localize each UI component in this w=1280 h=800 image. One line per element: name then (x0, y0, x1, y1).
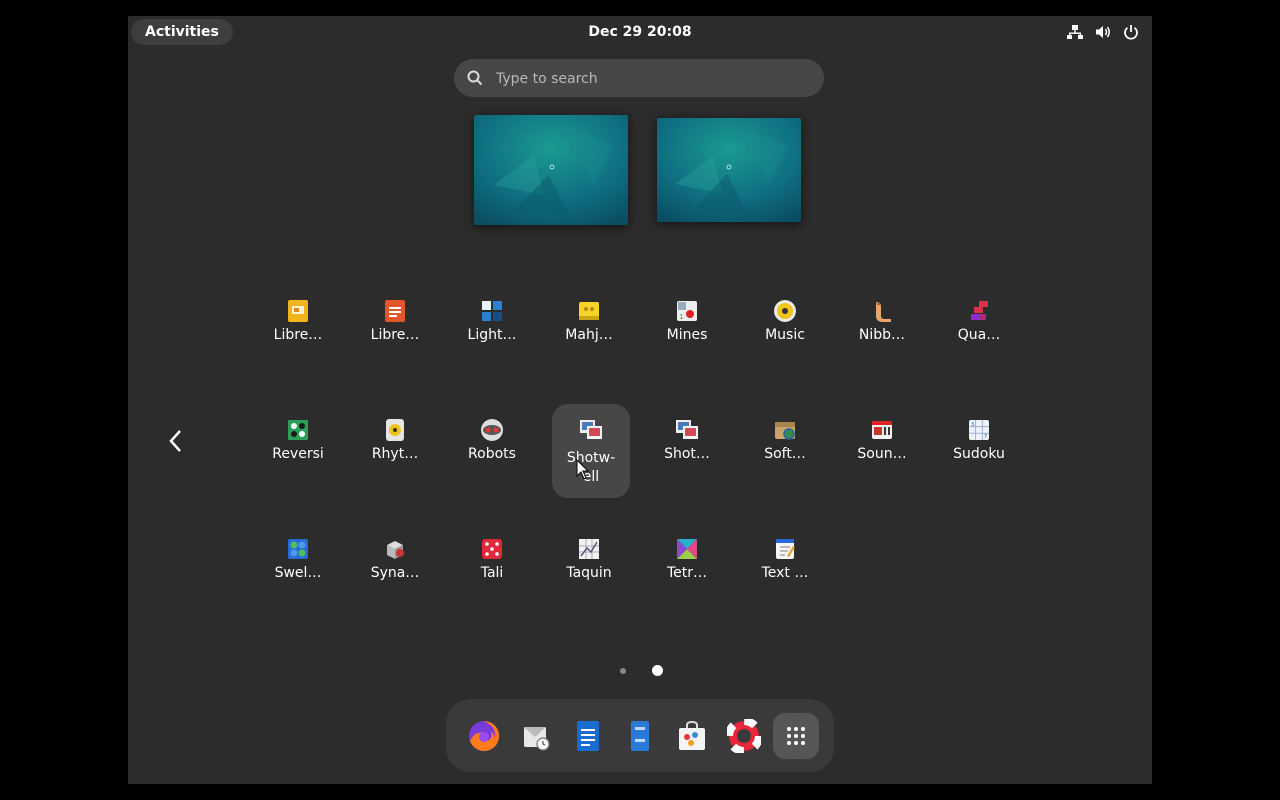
network-icon[interactable] (1066, 22, 1084, 42)
search-input[interactable] (494, 59, 808, 99)
app-swell-foop[interactable]: Swel… (259, 530, 337, 624)
app-libreoffice-impress[interactable]: Libre… (259, 292, 337, 386)
svg-text:7: 7 (984, 434, 987, 440)
app-label: Syna… (370, 565, 420, 581)
app-taquin[interactable]: Taquin (550, 530, 628, 624)
mahjongg-icon (577, 299, 601, 323)
app-label: Swel… (274, 565, 322, 581)
app-music[interactable]: Music (746, 292, 824, 386)
top-bar: Activities Dec 29 20:08 (128, 16, 1152, 48)
app-sound-recorder[interactable]: Soun… (843, 411, 921, 505)
app-quadrapassel[interactable]: Qua… (940, 292, 1018, 386)
app-tali[interactable]: Tali (453, 530, 531, 624)
app-label: Sudoku (953, 446, 1005, 462)
app-label: Soft… (764, 446, 806, 462)
app-label: Libre… (370, 327, 420, 343)
app-label: Rhyt… (371, 446, 419, 462)
app-label: Shotw-ell (566, 450, 616, 485)
clock[interactable]: Dec 29 20:08 (128, 16, 1152, 48)
mines-icon: 1 (675, 299, 699, 323)
app-label: Mahj… (565, 327, 613, 343)
overview-screen: Activities Dec 29 20:08 Type to search L… (128, 16, 1152, 784)
libreoffice-writer-icon[interactable] (565, 713, 611, 759)
app-label: Soun… (857, 446, 907, 462)
libreoffice-draw-icon (383, 299, 407, 323)
svg-text:1: 1 (679, 313, 683, 321)
workspace-thumbnail-1[interactable] (474, 115, 628, 225)
nibbles-icon (870, 299, 894, 323)
previous-page-chevron-icon[interactable] (164, 426, 188, 456)
app-rhythmbox[interactable]: Rhyt… (356, 411, 434, 505)
search-icon (466, 69, 484, 87)
app-label: Tali (480, 565, 504, 581)
volume-icon[interactable] (1094, 22, 1112, 42)
robots-icon (480, 418, 504, 442)
shotwell-viewer-icon (675, 418, 699, 442)
evolution-icon[interactable] (513, 713, 559, 759)
app-label: Music (765, 327, 805, 343)
app-sudoku[interactable]: 37 Sudoku (940, 411, 1018, 505)
app-label: Robots (468, 446, 516, 462)
app-reversi[interactable]: Reversi (259, 411, 337, 505)
app-lightsoff[interactable]: Light… (453, 292, 531, 386)
app-software-properties[interactable]: Soft… (746, 411, 824, 505)
reversi-icon (286, 418, 310, 442)
software-properties-icon (773, 418, 797, 442)
app-mahjongg[interactable]: Mahj… (550, 292, 628, 386)
mouse-cursor-icon (576, 458, 590, 481)
app-mines[interactable]: 1 Mines (648, 292, 726, 386)
svg-text:3: 3 (971, 422, 974, 428)
quadrapassel-icon (967, 299, 991, 323)
swell-foop-icon (286, 537, 310, 561)
app-label: Reversi (272, 446, 324, 462)
show-apps-icon[interactable] (773, 713, 819, 759)
app-libreoffice-draw[interactable]: Libre… (356, 292, 434, 386)
app-shotwell-viewer[interactable]: Shot… (648, 411, 726, 505)
music-icon (773, 299, 797, 323)
tetravex-icon (675, 537, 699, 561)
app-label: Light… (467, 327, 517, 343)
shotwell-icon (579, 418, 603, 442)
sound-recorder-icon (870, 418, 894, 442)
app-synaptic[interactable]: Syna… (356, 530, 434, 624)
app-label: Qua… (957, 327, 1001, 343)
app-label: Text … (761, 565, 809, 581)
workspace-thumbnail-2[interactable] (657, 118, 801, 222)
sudoku-icon: 37 (967, 418, 991, 442)
app-label: Libre… (273, 327, 323, 343)
app-label: Nibb… (858, 327, 906, 343)
app-robots[interactable]: Robots (453, 411, 531, 505)
synaptic-icon (383, 537, 407, 561)
dash (446, 699, 834, 772)
app-shotwell[interactable]: Shotw-ell (552, 404, 630, 498)
system-tray[interactable] (1066, 22, 1140, 42)
lightsoff-icon (480, 299, 504, 323)
libreoffice-impress-icon (286, 299, 310, 323)
search-bar[interactable] (454, 59, 824, 99)
page-dot-1[interactable] (620, 668, 626, 674)
app-label: Shot… (664, 446, 710, 462)
app-label: Tetr… (666, 565, 708, 581)
text-editor-icon (773, 537, 797, 561)
taquin-icon (577, 537, 601, 561)
app-nibbles[interactable]: Nibb… (843, 292, 921, 386)
rhythmbox-icon (383, 418, 407, 442)
software-icon[interactable] (669, 713, 715, 759)
page-indicator (616, 664, 666, 678)
power-icon[interactable] (1122, 22, 1140, 42)
help-icon[interactable] (721, 713, 767, 759)
firefox-icon[interactable] (461, 713, 507, 759)
tali-icon (480, 537, 504, 561)
app-label: Mines (666, 327, 708, 343)
app-text-editor[interactable]: Text … (746, 530, 824, 624)
app-tetravex[interactable]: Tetr… (648, 530, 726, 624)
files-icon[interactable] (617, 713, 663, 759)
app-label: Taquin (566, 565, 612, 581)
page-dot-2-active[interactable] (652, 665, 663, 676)
